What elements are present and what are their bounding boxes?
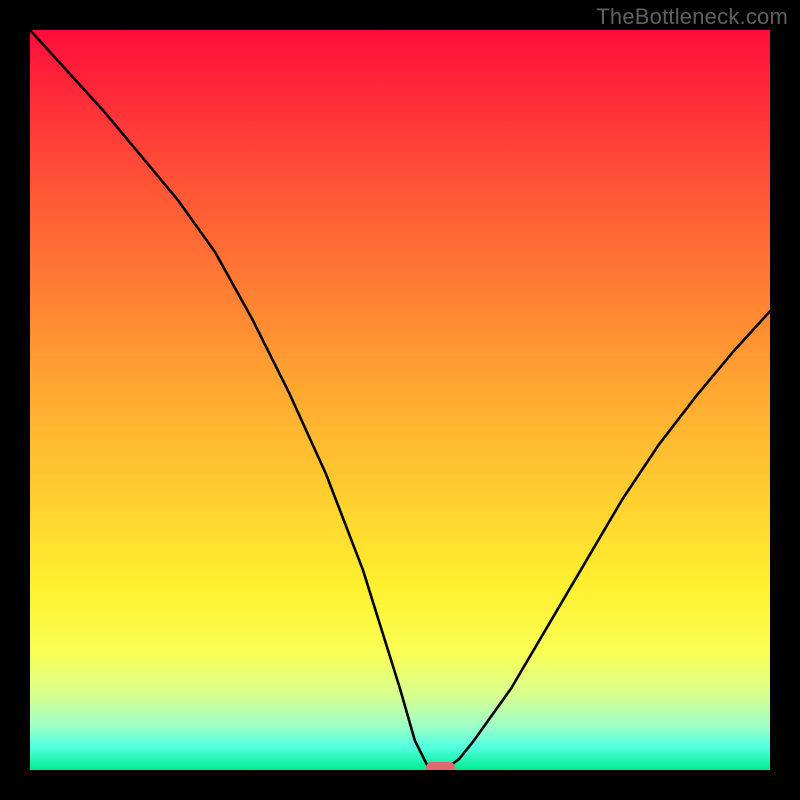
watermark-text: TheBottleneck.com <box>596 4 788 30</box>
chart-container: TheBottleneck.com <box>0 0 800 800</box>
bottleneck-curve <box>30 30 770 770</box>
plot-area <box>30 30 770 770</box>
optimal-marker <box>426 762 456 770</box>
curve-layer <box>30 30 770 770</box>
